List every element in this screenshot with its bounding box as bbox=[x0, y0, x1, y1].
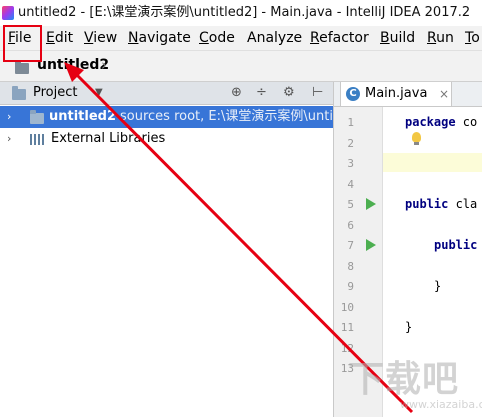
run-main-icon[interactable] bbox=[366, 239, 376, 251]
menu-code[interactable]: Code bbox=[199, 26, 235, 50]
current-line-highlight bbox=[383, 153, 482, 172]
module-folder-icon bbox=[30, 110, 44, 124]
intellij-app-icon bbox=[2, 6, 14, 20]
window-title: untitled2 - [E:\课堂演示案例\untitled2] - Main… bbox=[18, 5, 471, 20]
tree-item-external-libraries[interactable]: › External Libraries bbox=[0, 128, 333, 150]
project-folder-icon bbox=[15, 60, 29, 74]
menu-edit[interactable]: Edit bbox=[46, 26, 73, 50]
chevron-down-icon[interactable]: ▼ bbox=[95, 82, 103, 104]
navigation-bar: untitled2 › bbox=[0, 51, 482, 82]
project-view-icon bbox=[12, 86, 26, 100]
line-number: 3 bbox=[347, 157, 354, 170]
line-number: 6 bbox=[347, 219, 354, 232]
code-line-5: public cla bbox=[405, 197, 478, 211]
menu-build[interactable]: Build bbox=[380, 26, 415, 50]
hide-panel-icon[interactable]: ⊢ bbox=[312, 82, 323, 104]
line-number: 5 bbox=[347, 198, 354, 211]
project-tool-window-header: Project ▼ ⊕ ÷ ⚙ ⊢ bbox=[0, 82, 333, 105]
line-number: 10 bbox=[340, 301, 354, 314]
project-view-selector[interactable]: Project bbox=[33, 82, 77, 104]
menu-refactor[interactable]: Refactor bbox=[310, 26, 369, 50]
highlight-box-file-menu bbox=[3, 25, 42, 62]
code-line-11: } bbox=[405, 320, 413, 334]
breadcrumb-project[interactable]: untitled2 bbox=[37, 57, 109, 73]
editor-tab-bar: C Main.java × bbox=[334, 82, 482, 107]
line-number: 11 bbox=[340, 321, 354, 334]
menu-analyze[interactable]: Analyze bbox=[247, 26, 302, 50]
gear-icon[interactable]: ⚙ bbox=[283, 82, 295, 104]
line-number: 7 bbox=[347, 239, 354, 252]
line-number: 1 bbox=[347, 116, 354, 129]
expand-arrow-icon[interactable]: › bbox=[7, 128, 11, 150]
line-number: 9 bbox=[347, 280, 354, 293]
watermark-url: www.xiazaiba.com bbox=[400, 398, 482, 411]
scroll-from-source-icon[interactable]: ⊕ bbox=[231, 82, 242, 104]
line-number: 4 bbox=[347, 178, 354, 191]
menu-tools[interactable]: To bbox=[465, 26, 480, 50]
project-tree: › untitled2 sources root, E:\课堂演示案例\unti… bbox=[0, 105, 333, 417]
title-bar: untitled2 - [E:\课堂演示案例\untitled2] - Main… bbox=[0, 0, 482, 26]
tree-item-name: untitled2 bbox=[49, 109, 117, 124]
libraries-icon bbox=[30, 134, 46, 145]
lightbulb-icon[interactable] bbox=[412, 132, 421, 145]
menu-bar: File Edit View Navigate Code Analyze Ref… bbox=[0, 26, 482, 51]
menu-navigate[interactable]: Navigate bbox=[128, 26, 191, 50]
code-line-1: package co bbox=[405, 115, 478, 129]
menu-run[interactable]: Run bbox=[427, 26, 454, 50]
breadcrumb-chevron-icon: › bbox=[101, 56, 107, 74]
tab-main-java[interactable]: C Main.java × bbox=[340, 82, 452, 106]
watermark: 下载吧 www.xiazaiba.com bbox=[340, 348, 482, 414]
tree-item-path: sources root, E:\课堂演示案例\untitled2 bbox=[120, 109, 333, 124]
run-class-icon[interactable] bbox=[366, 198, 376, 210]
code-line-7: public bbox=[434, 238, 478, 252]
tab-label: Main.java bbox=[365, 86, 428, 101]
code-line-9: } bbox=[434, 279, 442, 293]
menu-view[interactable]: View bbox=[84, 26, 117, 50]
expand-arrow-icon[interactable]: › bbox=[7, 106, 11, 128]
line-number: 2 bbox=[347, 137, 354, 150]
java-class-icon: C bbox=[346, 87, 360, 101]
watermark-logo: 下载吧 bbox=[348, 359, 460, 400]
tree-item-label: External Libraries bbox=[51, 131, 166, 146]
collapse-all-icon[interactable]: ÷ bbox=[256, 82, 267, 104]
close-icon[interactable]: × bbox=[439, 82, 449, 106]
tree-item-untitled2[interactable]: › untitled2 sources root, E:\课堂演示案例\unti… bbox=[0, 106, 333, 128]
line-number: 8 bbox=[347, 260, 354, 273]
